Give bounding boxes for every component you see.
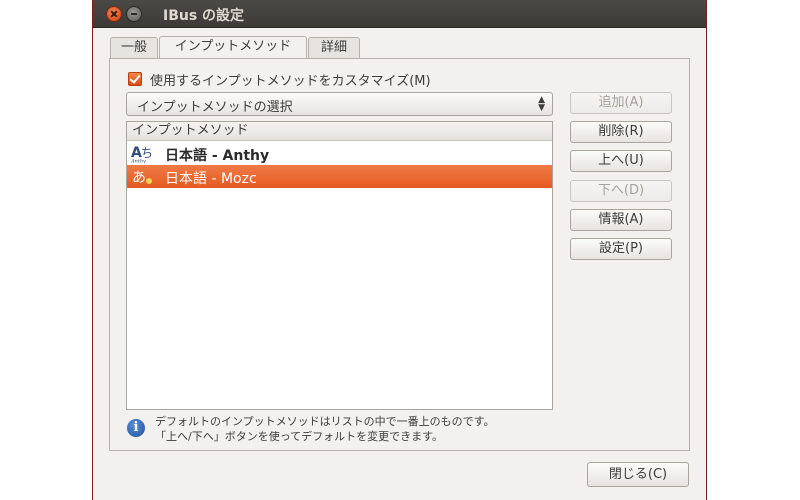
customize-checkbox-label[interactable]: 使用するインプットメソッドをカスタマイズ(M) <box>150 70 431 89</box>
info-button[interactable]: 情報(A) <box>570 209 672 231</box>
info-icon: i <box>127 419 145 437</box>
input-method-select-value: インプットメソッドの選択 <box>137 100 293 115</box>
hint-line-1: デフォルトのインプットメソッドはリストの中で一番上のものです。 <box>155 415 495 428</box>
list-item-mozc[interactable]: あ 日本語 - Mozc <box>127 165 552 188</box>
default-method-hint: デフォルトのインプットメソッドはリストの中で一番上のものです。 「上へ/下へ」ボ… <box>155 414 495 444</box>
remove-button[interactable]: 削除(R) <box>570 121 672 143</box>
input-method-list: インプットメソッド A ち Anthy 日本語 - Anthy あ 日本語 - … <box>126 121 553 410</box>
list-item-anthy[interactable]: A ち Anthy 日本語 - Anthy <box>127 142 552 165</box>
list-item-label: 日本語 - Mozc <box>165 171 257 187</box>
tab-general[interactable]: 一般 <box>110 37 158 58</box>
svg-text:あ: あ <box>132 170 146 186</box>
updown-arrows-icon: ▲ ▼ <box>538 95 545 113</box>
window-title: IBus の設定 <box>163 8 245 24</box>
list-item-label: 日本語 - Anthy <box>165 148 270 164</box>
close-window-icon[interactable] <box>106 6 122 22</box>
anthy-icon: A ち Anthy <box>130 145 153 164</box>
svg-text:Anthy: Anthy <box>130 159 146 164</box>
ibus-settings-window: IBus の設定 一般 インプットメソッド 詳細 使用するインプットメソッドをカ… <box>93 0 706 500</box>
mozc-icon: あ <box>132 170 152 186</box>
tab-input-method[interactable]: インプットメソッド <box>159 36 307 59</box>
list-column-header[interactable]: インプットメソッド <box>127 122 552 141</box>
titlebar[interactable]: IBus の設定 <box>93 0 706 28</box>
tab-advanced[interactable]: 詳細 <box>308 37 360 58</box>
hint-line-2: 「上へ/下へ」ボタンを使ってデフォルトを変更できます。 <box>155 430 444 443</box>
move-up-button[interactable]: 上へ(U) <box>570 150 672 172</box>
input-method-select[interactable]: インプットメソッドの選択 ▲ ▼ <box>126 92 553 116</box>
minimize-window-icon[interactable] <box>126 6 142 22</box>
add-button[interactable]: 追加(A) <box>570 92 672 114</box>
move-down-button[interactable]: 下へ(D) <box>570 180 672 202</box>
close-button[interactable]: 閉じる(C) <box>587 462 689 487</box>
preferences-button[interactable]: 設定(P) <box>570 238 672 260</box>
customize-checkbox[interactable] <box>128 72 142 86</box>
